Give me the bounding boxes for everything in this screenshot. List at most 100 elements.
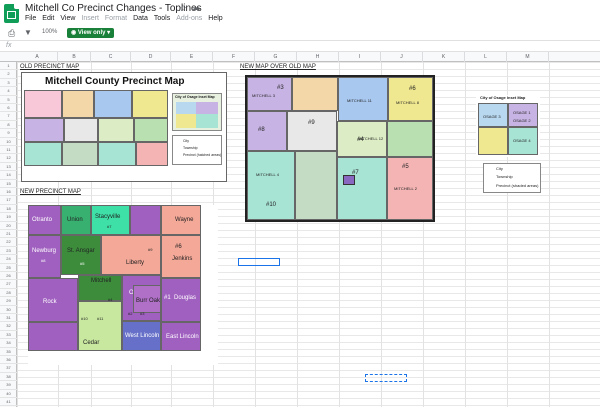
column-header-b[interactable]: B [58, 52, 91, 62]
new-region-rock: Rock [28, 278, 78, 322]
column-header-g[interactable]: G [255, 52, 297, 62]
sheet-grid[interactable]: OLD PRECINCT MAP NEW PRECINCT MAP NEW MA… [17, 62, 600, 407]
column-header-a[interactable]: A [17, 52, 58, 62]
row-header-41[interactable]: 41 [0, 398, 17, 407]
row-header-27[interactable]: 27 [0, 280, 17, 289]
row-header-39[interactable]: 39 [0, 381, 17, 390]
document-title[interactable]: Mitchell Co Precinct Changes - Toplines [25, 3, 202, 14]
menu-insert[interactable]: Insert [81, 15, 99, 22]
num-label: #3 [140, 311, 145, 316]
new-region-liberty: Liberty [101, 235, 161, 275]
new-region-union: Union [61, 205, 91, 235]
column-header-j[interactable]: J [381, 52, 423, 62]
overlay-region-mitchell-3: MITCHELL 3 [247, 77, 292, 111]
row-header-16[interactable]: 16 [0, 188, 17, 197]
row-header-24[interactable]: 24 [0, 255, 17, 264]
new-region-west-lincoln: West Lincoln [122, 321, 161, 351]
row-header-26[interactable]: 26 [0, 272, 17, 281]
row-header-32[interactable]: 32 [0, 322, 17, 331]
column-header-m[interactable]: M [507, 52, 549, 62]
row-header-1[interactable]: 1 [0, 62, 17, 71]
row-header-9[interactable]: 9 [0, 129, 17, 138]
selected-cell[interactable] [238, 258, 280, 266]
overlay-region: #7 [337, 157, 387, 220]
row-header-13[interactable]: 13 [0, 163, 17, 172]
row-header-17[interactable]: 17 [0, 196, 17, 205]
row-header-22[interactable]: 22 [0, 238, 17, 247]
row-header-12[interactable]: 12 [0, 154, 17, 163]
menu-tools[interactable]: Tools [154, 15, 170, 22]
row-header-2[interactable]: 2 [0, 70, 17, 79]
mitchell-3-label: MITCHELL 3 [252, 93, 275, 98]
toolbar: ⎙ ▼ 100% ◉ View only ▾ [0, 26, 600, 41]
column-header-e[interactable]: E [171, 52, 213, 62]
column-header-k[interactable]: K [423, 52, 465, 62]
formula-bar[interactable]: fx [0, 41, 600, 52]
column-header-h[interactable]: H [297, 52, 339, 62]
row-header-37[interactable]: 37 [0, 364, 17, 373]
sheets-logo-icon[interactable] [4, 4, 19, 23]
row-header-28[interactable]: 28 [0, 289, 17, 298]
column-header-c[interactable]: C [91, 52, 131, 62]
row-header-25[interactable]: 25 [0, 264, 17, 272]
row-header-18[interactable]: 18 [0, 205, 17, 214]
column-header-f[interactable]: F [213, 52, 255, 62]
row-header-19[interactable]: 19 [0, 213, 17, 222]
overlay-map-label: NEW MAP OVER OLD MAP [240, 64, 316, 70]
row-header-10[interactable]: 10 [0, 138, 17, 146]
row-header-5[interactable]: 5 [0, 96, 17, 104]
mitchell-2-label: MITCHELL 2 [394, 186, 417, 191]
old-map-label: OLD PRECINCT MAP [20, 64, 80, 70]
row-header-8[interactable]: 8 [0, 121, 17, 130]
menu-format[interactable]: Format [105, 15, 127, 22]
column-header-l[interactable]: L [465, 52, 507, 62]
row-header-33[interactable]: 33 [0, 331, 17, 340]
row-header-15[interactable]: 15 [0, 180, 17, 188]
column-header-d[interactable]: D [131, 52, 171, 62]
star-icon[interactable]: ☆ [179, 3, 187, 14]
menu-view[interactable]: View [60, 15, 75, 22]
zoom-select[interactable]: 100% [42, 29, 57, 35]
menu-edit[interactable]: Edit [42, 15, 54, 22]
row-header-7[interactable]: 7 [0, 112, 17, 121]
overlay-region [292, 77, 338, 111]
mitchell-8-label: MITCHELL 8 [396, 100, 419, 105]
row-header-23[interactable]: 23 [0, 247, 17, 256]
row-header-3[interactable]: 3 [0, 79, 17, 88]
row-header-34[interactable]: 34 [0, 339, 17, 348]
old-legend: City Township Precinct (hatched areas) [172, 135, 222, 165]
row-header-20[interactable]: 20 [0, 222, 17, 230]
print-icon[interactable]: ⎙ [8, 28, 15, 39]
row-header-29[interactable]: 29 [0, 297, 17, 306]
filter-icon[interactable]: ▼ [24, 28, 32, 37]
menu-addons[interactable]: Add-ons [176, 15, 202, 22]
overlay-region: #9 [287, 111, 337, 151]
inset-region [176, 102, 196, 114]
view-only-button[interactable]: ◉ View only ▾ [67, 28, 115, 38]
row-header-40[interactable]: 40 [0, 390, 17, 398]
copied-cell[interactable] [365, 374, 407, 382]
union-label: Union [67, 217, 83, 223]
jenkins-label: Jenkins [172, 256, 193, 262]
column-header-i[interactable]: I [339, 52, 381, 62]
row-header-36[interactable]: 36 [0, 356, 17, 365]
menu-help[interactable]: Help [208, 15, 222, 22]
row-header-14[interactable]: 14 [0, 171, 17, 180]
new-region-wayne: Wayne [161, 205, 201, 235]
legend-city: City [183, 139, 190, 143]
cloud-icon: ☁ [192, 3, 200, 12]
row-header-31[interactable]: 31 [0, 314, 17, 323]
overlay-map: MITCHELL 3 MITCHELL 11 MITCHELL 8 #6 #8 #… [245, 75, 435, 222]
st-ansgar-label: St. Ansgar [67, 248, 95, 254]
row-header-30[interactable]: 30 [0, 306, 17, 314]
row-header-38[interactable]: 38 [0, 373, 17, 382]
menu-data[interactable]: Data [133, 15, 148, 22]
menu-file[interactable]: File [25, 15, 36, 22]
num-label: #11 [97, 316, 104, 321]
row-header-21[interactable]: 21 [0, 230, 17, 239]
note-label: #4 [357, 137, 364, 143]
row-header-4[interactable]: 4 [0, 87, 17, 96]
row-header-35[interactable]: 35 [0, 348, 17, 356]
row-header-11[interactable]: 11 [0, 146, 17, 155]
row-header-6[interactable]: 6 [0, 104, 17, 113]
